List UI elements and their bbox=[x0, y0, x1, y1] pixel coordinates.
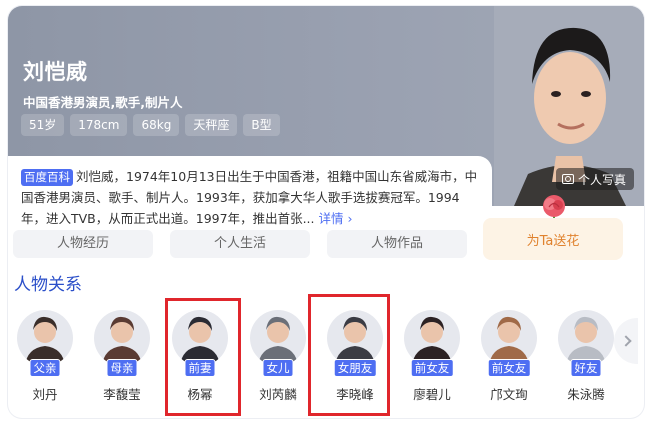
tag-blood-type: B型 bbox=[243, 114, 280, 136]
relations-title: 人物关系 bbox=[14, 275, 82, 295]
tag-weight: 68kg bbox=[133, 114, 180, 136]
relation-person-name[interactable]: 李馥莹 bbox=[91, 384, 153, 403]
avatar[interactable] bbox=[250, 310, 306, 366]
send-flower-button[interactable]: 为Ta送花 bbox=[483, 218, 623, 260]
relation-role-badge: 父亲 bbox=[29, 359, 61, 377]
tag-zodiac: 天秤座 bbox=[185, 114, 238, 136]
avatar[interactable] bbox=[481, 310, 537, 366]
tab-works[interactable]: 人物作品 bbox=[327, 230, 467, 258]
tab-personal-life[interactable]: 个人生活 bbox=[170, 230, 310, 258]
relation-person-name[interactable]: 朱泳腾 bbox=[555, 384, 617, 403]
personal-photos-label: 个人写真 bbox=[578, 172, 627, 187]
relation-role-badge: 女儿 bbox=[262, 359, 294, 377]
relation-person-name[interactable]: 刘芮麟 bbox=[247, 384, 309, 403]
relation-person[interactable]: 前女友 廖碧儿 bbox=[401, 310, 463, 403]
tab-experience[interactable]: 人物经历 bbox=[13, 230, 153, 258]
avatar[interactable] bbox=[94, 310, 150, 366]
relation-person[interactable]: 好友 朱泳腾 bbox=[555, 310, 617, 403]
person-name: 刘恺威 bbox=[23, 60, 88, 84]
relation-role-badge: 前女友 bbox=[410, 359, 454, 377]
relation-role-badge: 前女友 bbox=[487, 359, 531, 377]
tag-age: 51岁 bbox=[21, 114, 65, 136]
relation-person-name[interactable]: 廖碧儿 bbox=[401, 384, 463, 403]
info-tabs: 人物经历 个人生活 人物作品 bbox=[13, 230, 467, 258]
highlight-box-ex-wife bbox=[165, 298, 241, 416]
relation-person[interactable]: 母亲 李馥莹 bbox=[91, 310, 153, 403]
relation-person[interactable]: 女儿 刘芮麟 bbox=[247, 310, 309, 403]
personal-photos-button[interactable]: 个人写真 bbox=[556, 168, 635, 190]
tag-height: 178cm bbox=[70, 114, 128, 136]
avatar[interactable] bbox=[404, 310, 460, 366]
relation-person[interactable]: 前女友 邝文珣 bbox=[478, 310, 540, 403]
relation-role-badge: 好友 bbox=[570, 359, 602, 377]
camera-icon bbox=[562, 174, 574, 184]
avatar[interactable] bbox=[17, 310, 73, 366]
profile-tags: 51岁 178cm 68kg 天秤座 B型 bbox=[21, 114, 280, 136]
relation-person-name[interactable]: 刘丹 bbox=[14, 384, 76, 403]
relation-role-badge: 母亲 bbox=[106, 359, 138, 377]
relation-person-name[interactable]: 邝文珣 bbox=[478, 384, 540, 403]
relation-person[interactable]: 父亲 刘丹 bbox=[14, 310, 76, 403]
avatar[interactable] bbox=[558, 310, 614, 366]
baike-badge[interactable]: 百度百科 bbox=[21, 169, 73, 186]
highlight-box-girlfriend bbox=[308, 294, 390, 416]
details-link[interactable]: 详情 › bbox=[318, 211, 352, 226]
intro-text: 百度百科 刘恺威，1974年10月13日出生于中国香港，祖籍中国山东省威海市，中国… bbox=[21, 166, 483, 229]
person-subtitle: 中国香港男演员,歌手,制片人 bbox=[23, 95, 183, 110]
intro-panel: 百度百科 刘恺威，1974年10月13日出生于中国香港，祖籍中国山东省威海市，中国… bbox=[8, 156, 492, 236]
intro-body: 刘恺威，1974年10月13日出生于中国香港，祖籍中国山东省威海市，中国香港男演… bbox=[21, 169, 478, 226]
